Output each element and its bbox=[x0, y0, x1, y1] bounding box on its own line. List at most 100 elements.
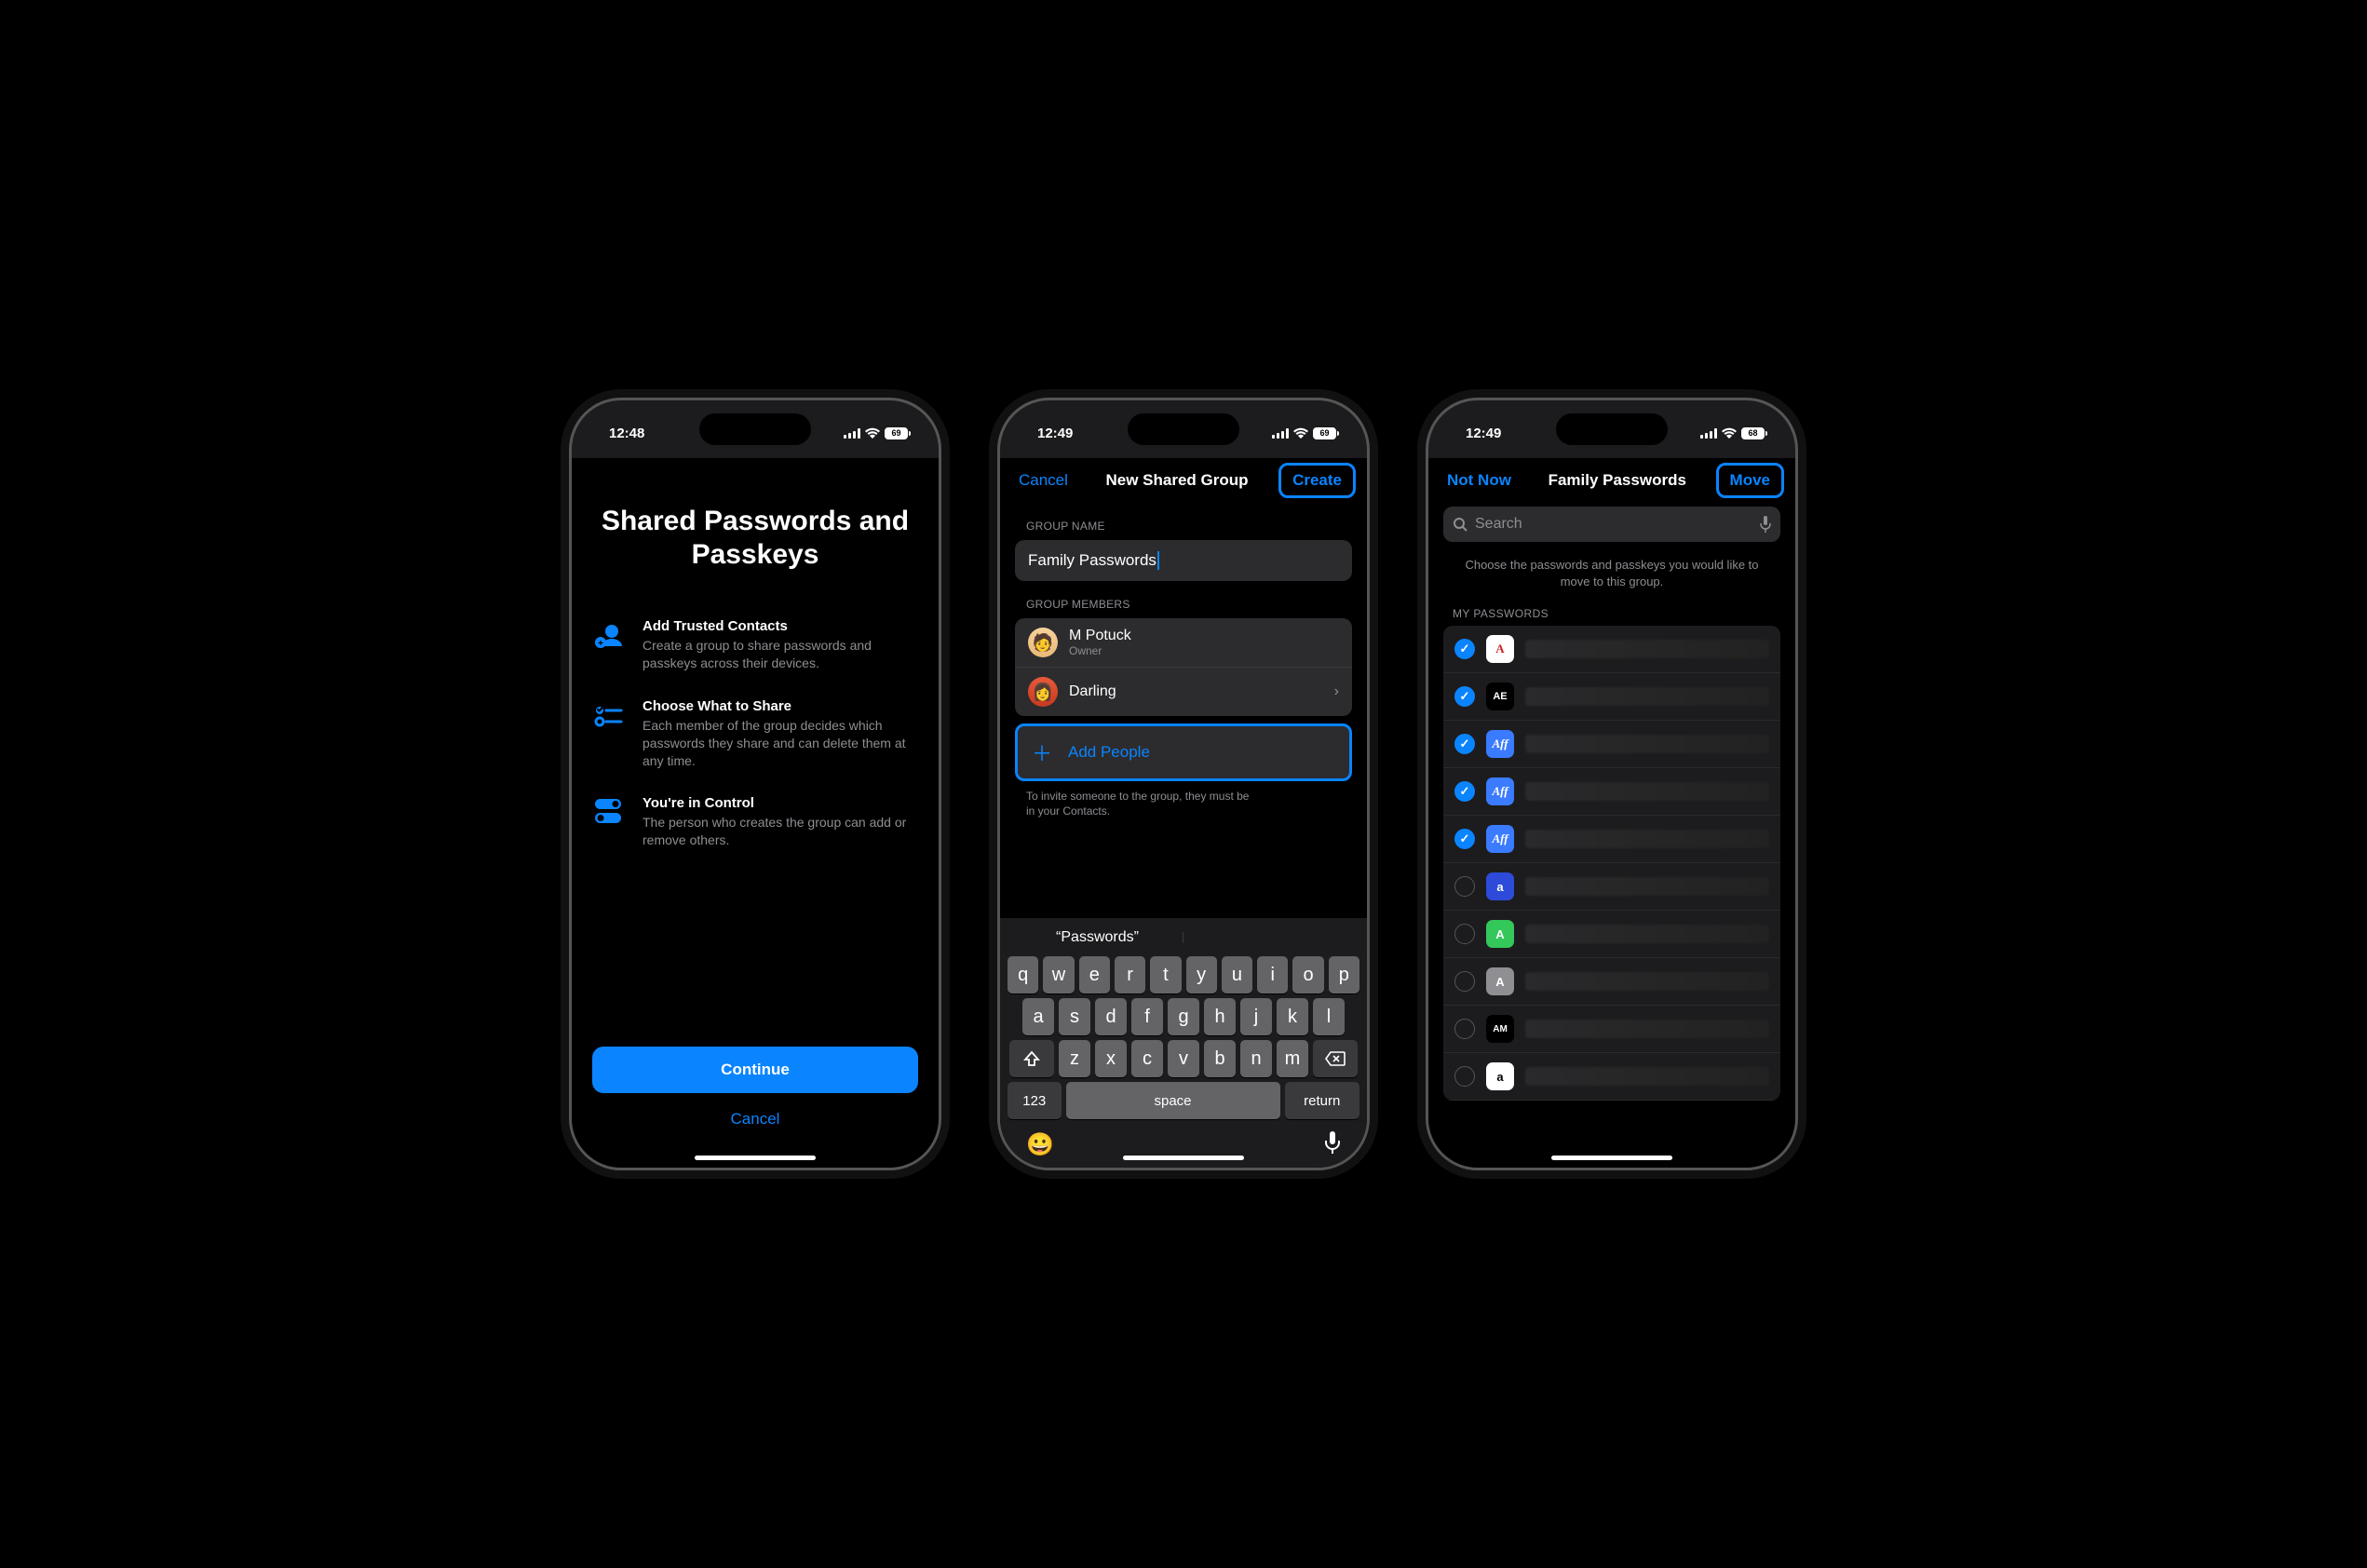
dictation-button[interactable] bbox=[1324, 1131, 1341, 1160]
row-checkbox[interactable] bbox=[1454, 924, 1475, 944]
key-y[interactable]: y bbox=[1186, 956, 1217, 994]
nav-move-button[interactable]: Move bbox=[1723, 467, 1778, 493]
site-icon: Aff bbox=[1486, 730, 1514, 758]
row-checkbox[interactable] bbox=[1454, 781, 1475, 802]
suggestion-1[interactable]: “Passwords” bbox=[1011, 929, 1184, 946]
highlight: Move bbox=[1716, 463, 1784, 498]
group-name-input[interactable]: Family Passwords bbox=[1015, 540, 1352, 581]
password-row[interactable]: Aff bbox=[1443, 768, 1780, 816]
site-icon: A bbox=[1486, 635, 1514, 663]
page-title: Shared Passwords and Passkeys bbox=[592, 505, 918, 572]
row-details-blurred bbox=[1525, 877, 1769, 896]
nav-bar: Not Now Family Passwords Move bbox=[1428, 458, 1795, 503]
key-delete[interactable] bbox=[1313, 1040, 1358, 1077]
highlight: Create bbox=[1278, 463, 1356, 498]
key-x[interactable]: x bbox=[1095, 1040, 1127, 1077]
site-icon: a bbox=[1486, 1062, 1514, 1090]
key-v[interactable]: v bbox=[1168, 1040, 1199, 1077]
key-z[interactable]: z bbox=[1059, 1040, 1090, 1077]
key-r[interactable]: r bbox=[1115, 956, 1145, 994]
search-input[interactable] bbox=[1475, 516, 1752, 533]
password-row[interactable]: A bbox=[1443, 958, 1780, 1006]
row-checkbox[interactable] bbox=[1454, 734, 1475, 754]
member-row[interactable]: 🧑M PotuckOwner bbox=[1015, 618, 1352, 668]
password-row[interactable]: Aff bbox=[1443, 721, 1780, 768]
suggestion-2[interactable] bbox=[1184, 929, 1356, 946]
feature-icon bbox=[592, 795, 626, 849]
key-q[interactable]: q bbox=[1008, 956, 1038, 994]
emoji-button[interactable]: 😀 bbox=[1026, 1131, 1054, 1160]
password-row[interactable]: AE bbox=[1443, 673, 1780, 721]
nav-cancel-button[interactable]: Cancel bbox=[1011, 467, 1075, 493]
add-people-button[interactable]: ＋ Add People bbox=[1015, 723, 1352, 781]
home-indicator[interactable] bbox=[695, 1156, 816, 1160]
continue-button[interactable]: Continue bbox=[592, 1047, 918, 1093]
key-shift[interactable] bbox=[1009, 1040, 1054, 1077]
key-p[interactable]: p bbox=[1329, 956, 1359, 994]
member-row[interactable]: 👩Darling› bbox=[1015, 668, 1352, 716]
password-row[interactable]: Aff bbox=[1443, 816, 1780, 863]
dynamic-island bbox=[1128, 413, 1239, 445]
key-i[interactable]: i bbox=[1257, 956, 1288, 994]
key-u[interactable]: u bbox=[1222, 956, 1252, 994]
cancel-button[interactable]: Cancel bbox=[592, 1099, 918, 1140]
row-details-blurred bbox=[1525, 830, 1769, 848]
password-row[interactable]: A bbox=[1443, 911, 1780, 958]
phone-intro: 12:48 69 Shared Passwords and Passkeys +… bbox=[569, 398, 941, 1170]
key-m[interactable]: m bbox=[1277, 1040, 1308, 1077]
home-indicator[interactable] bbox=[1123, 1156, 1244, 1160]
search-field[interactable] bbox=[1443, 507, 1780, 542]
row-checkbox[interactable] bbox=[1454, 1019, 1475, 1039]
status-time: 12:49 bbox=[1466, 426, 1501, 441]
key-a[interactable]: a bbox=[1022, 998, 1054, 1035]
plus-icon: ＋ bbox=[1031, 737, 1053, 767]
nav-create-button[interactable]: Create bbox=[1285, 467, 1349, 493]
row-checkbox[interactable] bbox=[1454, 639, 1475, 659]
key-b[interactable]: b bbox=[1204, 1040, 1236, 1077]
status-time: 12:49 bbox=[1037, 426, 1073, 441]
mic-icon[interactable] bbox=[1760, 516, 1771, 533]
key-n[interactable]: n bbox=[1240, 1040, 1272, 1077]
key-f[interactable]: f bbox=[1131, 998, 1163, 1035]
nav-notnow-button[interactable]: Not Now bbox=[1440, 467, 1519, 493]
key-d[interactable]: d bbox=[1095, 998, 1127, 1035]
invite-footnote: To invite someone to the group, they mus… bbox=[1000, 781, 1279, 818]
row-details-blurred bbox=[1525, 735, 1769, 753]
key-t[interactable]: t bbox=[1150, 956, 1181, 994]
password-row[interactable]: a bbox=[1443, 1053, 1780, 1101]
key-s[interactable]: s bbox=[1059, 998, 1090, 1035]
avatar: 👩 bbox=[1028, 677, 1058, 707]
key-c[interactable]: c bbox=[1131, 1040, 1163, 1077]
home-indicator[interactable] bbox=[1551, 1156, 1672, 1160]
feature-heading: You're in Control bbox=[642, 795, 918, 811]
key-l[interactable]: l bbox=[1313, 998, 1345, 1035]
group-name-value: Family Passwords bbox=[1028, 551, 1156, 570]
feature-heading: Add Trusted Contacts bbox=[642, 618, 918, 634]
row-details-blurred bbox=[1525, 640, 1769, 658]
key-return[interactable]: return bbox=[1285, 1082, 1360, 1119]
row-checkbox[interactable] bbox=[1454, 829, 1475, 849]
key-123[interactable]: 123 bbox=[1008, 1082, 1062, 1119]
keyboard[interactable]: “Passwords” qwertyuiop asdfghjkl zxcvbnm… bbox=[1000, 918, 1367, 1168]
search-icon bbox=[1453, 517, 1468, 532]
password-row[interactable]: a bbox=[1443, 863, 1780, 911]
battery-icon: 68 bbox=[1741, 427, 1767, 439]
row-checkbox[interactable] bbox=[1454, 686, 1475, 707]
password-row[interactable]: AM bbox=[1443, 1006, 1780, 1053]
key-h[interactable]: h bbox=[1204, 998, 1236, 1035]
key-j[interactable]: j bbox=[1240, 998, 1272, 1035]
key-w[interactable]: w bbox=[1043, 956, 1074, 994]
key-space[interactable]: space bbox=[1066, 1082, 1280, 1119]
status-right: 69 bbox=[1272, 427, 1339, 439]
key-e[interactable]: e bbox=[1079, 956, 1110, 994]
key-o[interactable]: o bbox=[1292, 956, 1323, 994]
key-k[interactable]: k bbox=[1277, 998, 1308, 1035]
row-checkbox[interactable] bbox=[1454, 876, 1475, 897]
site-icon: AE bbox=[1486, 683, 1514, 710]
password-row[interactable]: A bbox=[1443, 626, 1780, 673]
row-checkbox[interactable] bbox=[1454, 1066, 1475, 1087]
key-g[interactable]: g bbox=[1168, 998, 1199, 1035]
keyboard-suggestions[interactable]: “Passwords” bbox=[1004, 924, 1363, 952]
row-checkbox[interactable] bbox=[1454, 971, 1475, 992]
status-right: 68 bbox=[1700, 427, 1767, 439]
